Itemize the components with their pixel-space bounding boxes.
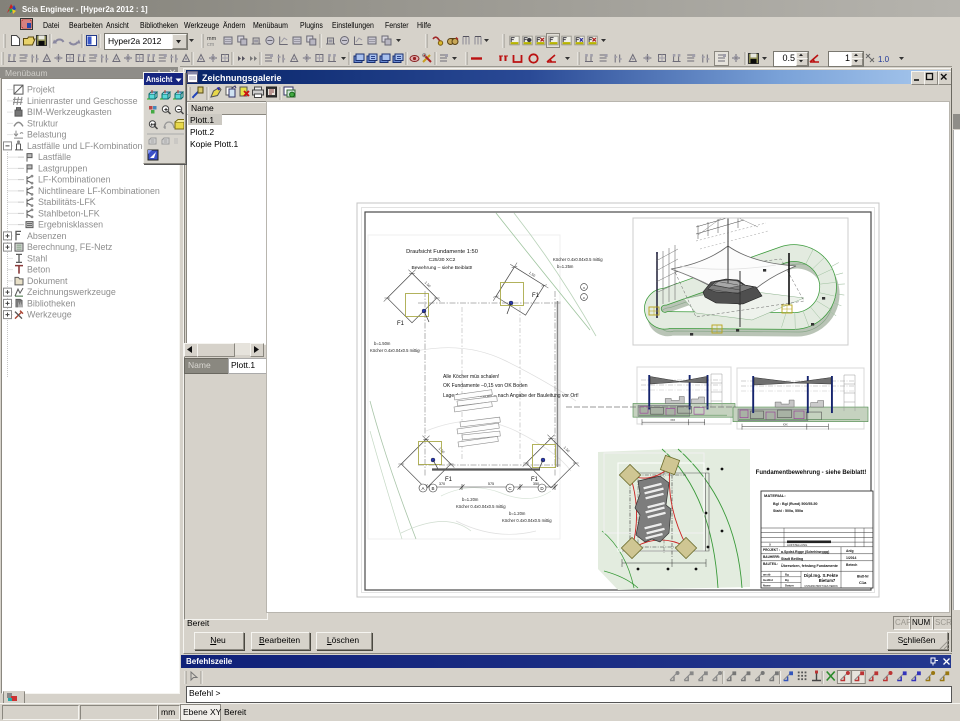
svg-text:Blatt-Nr: Blatt-Nr [857,574,869,578]
svg-text:BAUTEIL:: BAUTEIL: [763,562,778,566]
svg-text:Berechnung, FE-Netz: Berechnung, FE-Netz [27,242,112,252]
svg-text:Anlg: Anlg [846,549,854,553]
svg-text:anstb: anstb [763,572,771,576]
svg-text:PROJEKT :: PROJEKT : [763,548,780,552]
svg-text:z: z [154,90,156,95]
svg-text:xxx: xxx [783,423,788,427]
svg-text:Name: Name [763,584,771,588]
svg-text:Beton: Beton [27,265,50,275]
svg-text:BIM-Werkzeugkasten: BIM-Werkzeugkasten [27,107,112,117]
svg-text:350: 350 [533,482,539,486]
svg-text:Lastfälle und LF-Kombinationen: Lastfälle und LF-Kombinationen [27,141,152,151]
svg-text:a.Spdst.Rgge (Sdrehlwrggg): a.Spdst.Rgge (Sdrehlwrggg) [781,550,830,554]
svg-text:LF-Kombinationen: LF-Kombinationen [38,175,111,185]
svg-text:Bg: Bg [785,572,789,576]
svg-text:Bibliotheken: Bibliotheken [27,298,75,308]
svg-text:Stahl : 500a, 550a: Stahl : 500a, 550a [773,509,804,513]
svg-text:MATERIAL:: MATERIAL: [764,493,786,498]
svg-text:Linienraster und Geschosse: Linienraster und Geschosse [27,96,138,106]
svg-text:xxx: xxx [670,418,675,422]
svg-text:1/2014: 1/2014 [846,556,856,560]
svg-text:370: 370 [439,482,445,486]
svg-text:575: 575 [488,482,494,486]
svg-text:Werkzeuge: Werkzeuge [27,310,72,320]
svg-text:Überseben, fehsbng Fundamente: Überseben, fehsbng Fundamente [781,563,838,568]
svg-text:UNTERSCHRIFT DES HERRN: UNTERSCHRIFT DES HERRN [804,585,838,588]
svg-text:Fundamentbewehrung - siehe Bei: Fundamentbewehrung - siehe Beiblatt! [756,470,867,476]
svg-text:F1: F1 [397,321,405,327]
svg-text:B: B [431,486,434,491]
svg-text:F1: F1 [445,477,453,483]
svg-text:Lastfälle: Lastfälle [38,152,71,162]
svg-text:Projekt: Projekt [27,85,55,95]
svg-text:Köcher 0.4x0.04x0.5 mittig: Köcher 0.4x0.04x0.5 mittig [370,348,420,353]
svg-text:Dokument: Dokument [27,276,68,286]
svg-text:AUFSTELLUNG: AUFSTELLUNG [787,543,807,547]
svg-text:Belastung: Belastung [27,130,67,140]
svg-text:Betech: Betech [846,563,857,567]
svg-text:Nichtlineare LF-Kombinationen: Nichtlineare LF-Kombinationen [38,186,160,196]
svg-text:a: a [769,543,771,547]
svg-text:Draufsicht Fundamente 1:50: Draufsicht Fundamente 1:50 [406,249,478,255]
svg-text:Bg: Bg [785,578,789,582]
svg-text:C1a: C1a [859,580,867,585]
svg-text:b=1.25m: b=1.25m [557,264,574,269]
svg-text:Köcher 0.4x0.04x0.5 mittig: Köcher 0.4x0.04x0.5 mittig [553,257,603,262]
svg-text:Bewehrung – siehe Beiblatt!: Bewehrung – siehe Beiblatt! [412,265,473,271]
svg-text:b=1.20m: b=1.20m [509,511,526,516]
svg-text:c: c [583,295,585,300]
svg-text:Datum: Datum [785,584,794,588]
svg-text:Lastgruppen: Lastgruppen [38,163,87,173]
svg-text:C25/30 XC2: C25/30 XC2 [429,257,456,263]
svg-text:OK Fundamente –0,15 von OK Bod: OK Fundamente –0,15 von OK Boden [443,383,528,389]
svg-text:b=1.20m: b=1.20m [462,497,479,502]
svg-text:Köcher 0.4x0.04x0.5 mittig: Köcher 0.4x0.04x0.5 mittig [502,518,552,523]
svg-text:Struktur: Struktur [27,118,58,128]
svg-text:A: A [421,486,424,491]
svg-text:x: x [583,285,585,290]
svg-text:cm: cm [207,42,215,48]
svg-text:Gedfnd: Gedfnd [763,578,773,582]
svg-text:Alle Köcher müs schalen!: Alle Köcher müs schalen! [443,374,499,380]
svg-text:Bietum7: Bietum7 [819,578,836,583]
svg-text:Zeichnungswerkzeuge: Zeichnungswerkzeuge [27,287,116,297]
svg-text:F1: F1 [532,293,540,299]
svg-text:Stabilitäts-LFK: Stabilitäts-LFK [38,197,96,207]
svg-text:z: z [180,90,182,95]
svg-text:Ergebnisklassen: Ergebnisklassen [38,220,103,230]
svg-text:Absenzen: Absenzen [27,231,67,241]
svg-text:b=1.50m: b=1.50m [374,341,391,346]
svg-text:z: z [167,90,169,95]
svg-text:Stahlbeton-LFK: Stahlbeton-LFK [38,208,100,218]
svg-text:1.0: 1.0 [878,55,890,64]
svg-text:Köcher 0.4x0.04x0.5 mittig: Köcher 0.4x0.04x0.5 mittig [456,504,506,509]
svg-text:BAUHERR:: BAUHERR: [763,555,780,559]
svg-text:Stadt Betling: Stadt Betling [781,557,803,561]
svg-text:Bgl : Bgl (Rund) 500/55-50: Bgl : Bgl (Rund) 500/55-50 [773,502,818,506]
svg-text:Stahl: Stahl [27,253,47,263]
